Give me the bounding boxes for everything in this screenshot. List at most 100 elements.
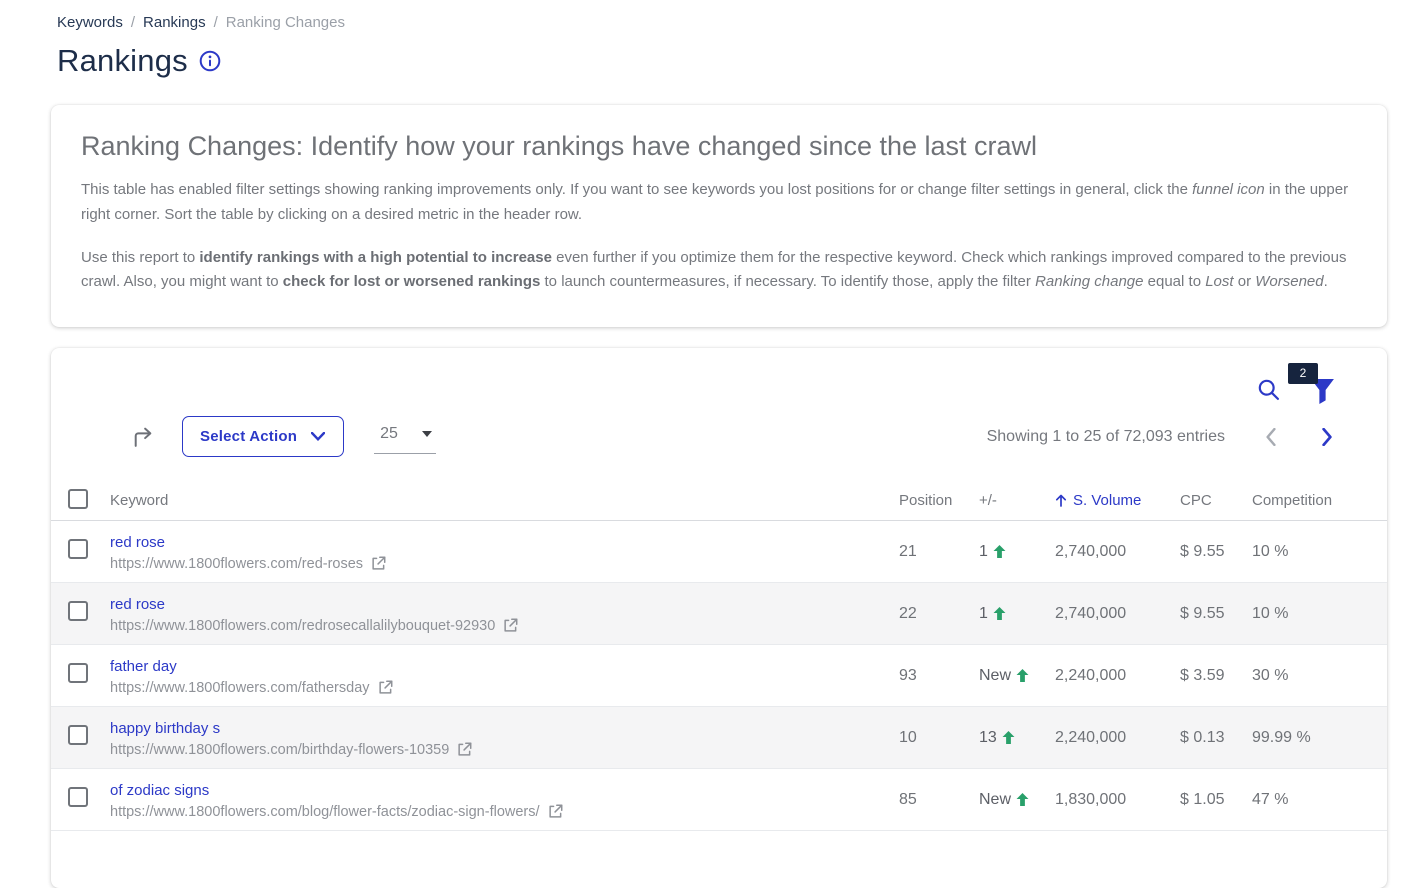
row-checkbox[interactable] [68, 725, 88, 745]
page-title: Rankings [57, 43, 188, 79]
arrow-up-icon [993, 545, 1006, 558]
table-row: of zodiac signs https://www.1800flowers.… [51, 769, 1387, 831]
change-cell: 13 [979, 729, 1055, 747]
search-icon[interactable] [1257, 378, 1280, 401]
header-cpc[interactable]: CPC [1180, 492, 1252, 509]
keyword-link[interactable]: red rose [110, 596, 165, 613]
cpc-cell: $ 9.55 [1180, 605, 1252, 623]
table-row: father day https://www.1800flowers.com/f… [51, 645, 1387, 707]
competition-cell: 30 % [1252, 667, 1387, 685]
volume-cell: 2,740,000 [1055, 543, 1180, 561]
arrow-up-icon [993, 607, 1006, 620]
sort-asc-icon [1055, 494, 1067, 507]
header-keyword[interactable]: Keyword [110, 492, 899, 509]
row-checkbox[interactable] [68, 663, 88, 683]
header-change[interactable]: +/- [979, 492, 1055, 509]
cpc-cell: $ 0.13 [1180, 729, 1252, 747]
keyword-url: https://www.1800flowers.com/blog/flower-… [110, 804, 899, 820]
url-text: https://www.1800flowers.com/red-roses [110, 556, 363, 572]
table-row: red rose https://www.1800flowers.com/red… [51, 521, 1387, 583]
change-value: 1 [979, 543, 988, 561]
filter-funnel-button[interactable]: 2 [1310, 378, 1335, 405]
keyword-link[interactable]: of zodiac signs [110, 782, 209, 799]
keyword-link[interactable]: father day [110, 658, 177, 675]
url-text: https://www.1800flowers.com/blog/flower-… [110, 804, 540, 820]
intro-p2-filter-ref: Ranking change [1035, 273, 1143, 290]
competition-cell: 10 % [1252, 605, 1387, 623]
table-header-row: Keyword Position +/- S. Volume CPC Compe… [51, 481, 1387, 521]
breadcrumb-separator: / [214, 14, 218, 31]
intro-p1-text: This table has enabled filter settings s… [81, 181, 1192, 198]
keyword-url: https://www.1800flowers.com/redrosecalla… [110, 618, 899, 634]
row-checkbox-cell [51, 601, 110, 626]
header-volume-label: S. Volume [1073, 492, 1141, 509]
keyword-url: https://www.1800flowers.com/red-roses [110, 556, 899, 572]
intro-paragraph-2: Use this report to identify rankings wit… [81, 246, 1357, 296]
volume-cell: 2,740,000 [1055, 605, 1180, 623]
breadcrumb-separator: / [131, 14, 135, 31]
header-position[interactable]: Position [899, 492, 979, 509]
select-all-checkbox[interactable] [68, 489, 88, 509]
page-size-select[interactable]: 25 [374, 419, 436, 454]
caret-down-icon [422, 431, 432, 437]
breadcrumb: Keywords / Rankings / Ranking Changes [0, 0, 1422, 31]
row-checkbox[interactable] [68, 601, 88, 621]
row-checkbox-cell [51, 663, 110, 688]
keyword-url: https://www.1800flowers.com/fathersday [110, 680, 899, 696]
external-link-icon[interactable] [503, 618, 518, 633]
showing-entries-text: Showing 1 to 25 of 72,093 entries [987, 428, 1225, 446]
row-checkbox-cell [51, 539, 110, 564]
intro-p1-funnel-ref: funnel icon [1192, 181, 1265, 198]
info-icon[interactable] [199, 50, 221, 72]
external-link-icon[interactable] [548, 804, 563, 819]
header-competition[interactable]: Competition [1252, 492, 1387, 509]
intro-p2-text: or [1234, 273, 1256, 290]
change-cell: New [979, 667, 1055, 685]
keyword-url: https://www.1800flowers.com/birthday-flo… [110, 742, 899, 758]
keyword-link[interactable]: red rose [110, 534, 165, 551]
intro-card: Ranking Changes: Identify how your ranki… [51, 105, 1387, 327]
table-row: happy birthday s https://www.1800flowers… [51, 707, 1387, 769]
intro-p2-worsened-ref: Worsened [1255, 273, 1323, 290]
external-link-icon[interactable] [457, 742, 472, 757]
chevron-left-icon [1265, 428, 1277, 446]
select-action-dropdown[interactable]: Select Action [182, 416, 344, 457]
table-toolbar: Select Action 25 Showing 1 to 25 of 72,0… [51, 414, 1387, 473]
header-volume[interactable]: S. Volume [1055, 492, 1180, 509]
export-icon[interactable] [131, 425, 154, 448]
keyword-cell: father day https://www.1800flowers.com/f… [110, 656, 899, 696]
position-cell: 21 [899, 543, 979, 561]
url-text: https://www.1800flowers.com/redrosecalla… [110, 618, 495, 634]
external-link-icon[interactable] [378, 680, 393, 695]
pagination-next-button[interactable] [1303, 428, 1351, 446]
breadcrumb-rankings[interactable]: Rankings [143, 14, 206, 31]
competition-cell: 99.99 % [1252, 729, 1387, 747]
row-checkbox[interactable] [68, 787, 88, 807]
url-text: https://www.1800flowers.com/birthday-flo… [110, 742, 449, 758]
select-action-label: Select Action [200, 428, 297, 445]
keyword-link[interactable]: happy birthday s [110, 720, 220, 737]
intro-p2-bold-lost: check for lost or worsened rankings [283, 273, 541, 290]
intro-heading: Ranking Changes: Identify how your ranki… [81, 131, 1357, 162]
table-body: red rose https://www.1800flowers.com/red… [51, 521, 1387, 831]
page-size-value: 25 [380, 425, 398, 443]
ranking-table-card: 2 Select Action 25 Showing 1 to 25 of 72… [51, 348, 1387, 888]
change-value: 13 [979, 729, 997, 747]
keyword-cell: red rose https://www.1800flowers.com/red… [110, 532, 899, 572]
position-cell: 10 [899, 729, 979, 747]
position-cell: 93 [899, 667, 979, 685]
change-value: New [979, 667, 1011, 685]
cpc-cell: $ 3.59 [1180, 667, 1252, 685]
pagination-prev-button[interactable] [1247, 428, 1295, 446]
change-cell: 1 [979, 605, 1055, 623]
breadcrumb-keywords[interactable]: Keywords [57, 14, 123, 31]
position-cell: 22 [899, 605, 979, 623]
select-all-cell [51, 489, 110, 513]
competition-cell: 10 % [1252, 543, 1387, 561]
arrow-up-icon [1002, 731, 1015, 744]
intro-paragraph-1: This table has enabled filter settings s… [81, 178, 1357, 228]
row-checkbox[interactable] [68, 539, 88, 559]
external-link-icon[interactable] [371, 556, 386, 571]
keyword-cell: red rose https://www.1800flowers.com/red… [110, 594, 899, 634]
chevron-right-icon [1321, 428, 1333, 446]
